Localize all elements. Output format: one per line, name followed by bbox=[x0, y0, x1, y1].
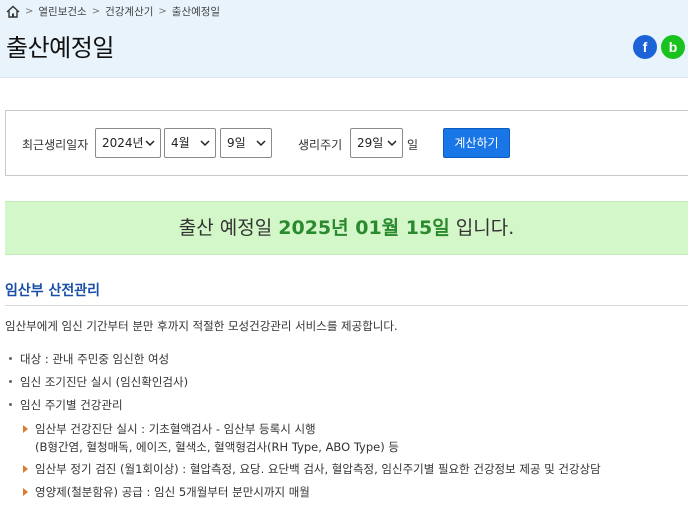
facebook-icon: f bbox=[642, 39, 648, 55]
year-select[interactable]: 2024년 bbox=[95, 128, 161, 158]
breadcrumb: > 열린보건소 > 건강계산기 > 출산예정일 bbox=[6, 3, 220, 19]
sub-list-item: 임산부 건강진단 실시 : 기초혈액검사 - 임산부 등록시 시행 bbox=[23, 421, 316, 437]
page-title: 출산예정일 bbox=[6, 34, 114, 62]
day-select[interactable]: 9일 bbox=[220, 128, 272, 158]
blog-share-button[interactable]: b bbox=[661, 35, 685, 59]
sub-list-item: 임산부 정기 검진 (월1회이상) : 혈압측정, 요당. 요단백 검사, 혈압… bbox=[23, 461, 601, 477]
bullet-icon bbox=[9, 357, 12, 360]
year-value: 2024년 bbox=[102, 136, 144, 150]
list-item: 임신 주기별 건강관리 bbox=[9, 397, 123, 413]
sub-list-item-continuation: (B형간염, 혈청매독, 에이즈, 혈색소, 혈액형검사(RH Type, AB… bbox=[35, 439, 399, 455]
chevron-right-icon: > bbox=[25, 5, 34, 17]
sub-list-item-text: 임산부 정기 검진 (월1회이상) : 혈압측정, 요당. 요단백 검사, 혈압… bbox=[35, 462, 601, 476]
arrow-right-icon bbox=[23, 465, 28, 473]
last-period-label: 최근생리일자 bbox=[22, 138, 89, 152]
sub-list-item-text: 임산부 건강진단 실시 : 기초혈액검사 - 임산부 등록시 시행 bbox=[35, 422, 316, 436]
chevron-down-icon bbox=[200, 140, 210, 147]
month-select[interactable]: 4월 bbox=[164, 128, 216, 158]
chevron-right-icon: > bbox=[91, 5, 101, 17]
month-value: 4월 bbox=[171, 136, 190, 150]
sub-list-item: 영양제(철분함유) 공급 : 임신 5개월부터 분만시까지 매월 bbox=[23, 484, 310, 500]
list-item-text: 임신 조기진단 실시 (임신확인검사) bbox=[20, 375, 189, 389]
cycle-value: 29일 bbox=[357, 136, 384, 150]
cycle-label: 생리주기 bbox=[298, 138, 343, 152]
arrow-right-icon bbox=[23, 488, 28, 496]
day-value: 9일 bbox=[227, 136, 246, 150]
breadcrumb-item[interactable]: 열린보건소 bbox=[38, 4, 86, 19]
due-date-calculator: 최근생리일자 2024년 4월 9일 생리주기 29일 일 계산하기 bbox=[5, 110, 688, 176]
list-item-text: 대상 : 관내 주민중 임신한 여성 bbox=[20, 352, 170, 366]
breadcrumb-item[interactable]: 건강계산기 bbox=[105, 4, 153, 19]
chevron-down-icon bbox=[145, 140, 155, 147]
cycle-unit-label: 일 bbox=[407, 138, 419, 152]
cycle-select[interactable]: 29일 bbox=[350, 128, 403, 158]
result-banner: 출산 예정일 2025년 01월 15일 입니다. bbox=[5, 201, 688, 255]
result-prefix: 출산 예정일 bbox=[178, 217, 273, 239]
bullet-icon bbox=[9, 403, 12, 406]
list-item: 임신 조기진단 실시 (임신확인검사) bbox=[9, 374, 189, 390]
facebook-share-button[interactable]: f bbox=[633, 35, 657, 59]
chevron-down-icon bbox=[256, 140, 266, 147]
due-date: 2025년 01월 15일 bbox=[278, 217, 450, 239]
section-description: 임산부에게 임신 기간부터 분만 후까지 적절한 모성건강관리 서비스를 제공합… bbox=[5, 319, 398, 333]
breadcrumb-item-current: 출산예정일 bbox=[171, 5, 221, 18]
bullet-icon bbox=[9, 380, 12, 383]
chevron-down-icon bbox=[387, 140, 397, 147]
page-header: > 열린보건소 > 건강계산기 > 출산예정일 출산예정일 f b bbox=[0, 0, 688, 78]
arrow-right-icon bbox=[23, 425, 28, 433]
section-title: 임산부 산전관리 bbox=[5, 283, 101, 299]
home-icon[interactable] bbox=[6, 5, 20, 18]
blog-icon: b bbox=[668, 39, 678, 55]
list-item: 대상 : 관내 주민중 임신한 여성 bbox=[9, 351, 170, 367]
result-suffix: 입니다. bbox=[455, 217, 515, 239]
calculator-row: 최근생리일자 2024년 4월 9일 생리주기 29일 일 계산하기 bbox=[6, 127, 688, 159]
section-divider bbox=[5, 305, 688, 306]
list-item-text: 임신 주기별 건강관리 bbox=[20, 398, 123, 412]
calculate-button[interactable]: 계산하기 bbox=[443, 128, 510, 158]
sub-list-item-text: (B형간염, 혈청매독, 에이즈, 혈색소, 혈액형검사(RH Type, AB… bbox=[35, 440, 399, 454]
sub-list-item-text: 영양제(철분함유) 공급 : 임신 5개월부터 분만시까지 매월 bbox=[35, 485, 310, 499]
chevron-right-icon: > bbox=[158, 5, 167, 17]
